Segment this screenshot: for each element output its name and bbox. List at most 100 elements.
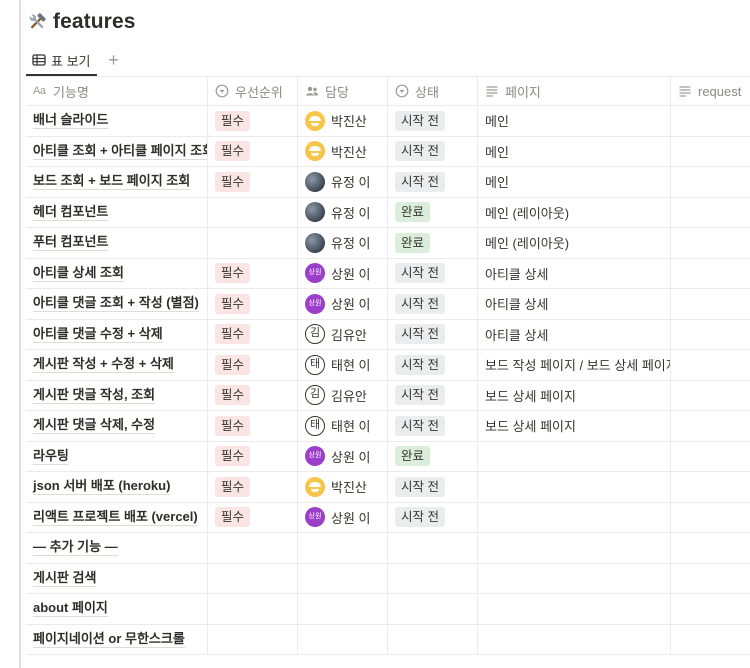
cell-owner[interactable]: 김 김유안 [298, 319, 388, 349]
cell-priority[interactable] [208, 563, 298, 593]
cell-priority[interactable] [208, 594, 298, 624]
cell-priority[interactable]: 필수 [208, 258, 298, 288]
feature-name[interactable]: 게시판 댓글 작성, 조회 [33, 387, 156, 404]
cell-name[interactable]: 아티클 댓글 수정 + 삭제 [26, 319, 208, 349]
feature-name[interactable]: about 페이지 [33, 600, 108, 618]
table-row[interactable]: 푸터 컴포넌트 유정 이 완료 메인 (레이아웃) [26, 228, 750, 259]
cell-request[interactable] [671, 320, 750, 350]
feature-name[interactable]: 리액트 프로젝트 배포 (vercel) [33, 509, 198, 526]
table-row[interactable]: 라우팅 필수 상원 상원 이 완료 [26, 441, 750, 472]
cell-request[interactable] [671, 106, 750, 136]
cell-priority[interactable]: 필수 [208, 502, 298, 532]
cell-page[interactable] [478, 533, 671, 563]
cell-priority[interactable] [208, 624, 298, 654]
cell-page[interactable] [478, 563, 671, 593]
cell-name[interactable]: 배너 슬라이드 [26, 106, 208, 136]
table-row[interactable]: 게시판 댓글 삭제, 수정 필수 태 태현 이 시작 전 보드 상세 페이지 [26, 411, 750, 442]
feature-name[interactable]: 아티클 댓글 조회 + 작성 (별점) [33, 295, 199, 313]
feature-name[interactable]: 아티클 조회 + 아티클 페이지 조회 [33, 143, 207, 160]
cell-status[interactable]: 시작 전 [388, 136, 478, 166]
feature-name[interactable]: 게시판 댓글 삭제, 수정 [33, 417, 156, 435]
cell-priority[interactable]: 필수 [208, 167, 298, 197]
cell-page[interactable]: 보드 상세 페이지 [478, 411, 671, 441]
cell-name[interactable]: json 서버 배포 (heroku) [26, 472, 208, 502]
feature-name[interactable]: 배너 슬라이드 [33, 112, 109, 130]
cell-status[interactable] [388, 533, 478, 563]
cell-request[interactable] [671, 289, 750, 319]
cell-name[interactable]: 보드 조회 + 보드 페이지 조회 [26, 167, 208, 197]
table-row[interactable]: 헤더 컴포넌트 유정 이 완료 메인 (레이아웃) [26, 197, 750, 228]
cell-name[interactable]: — 추가 기능 — [26, 533, 208, 563]
cell-owner[interactable]: 박진산 [298, 106, 388, 136]
cell-owner[interactable] [298, 533, 388, 563]
cell-page[interactable]: 메인 (레이아웃) [478, 228, 671, 258]
table-row[interactable]: — 추가 기능 — [26, 533, 750, 564]
table-row[interactable]: 배너 슬라이드 필수 박진산 시작 전 메인 [26, 106, 750, 137]
cell-page[interactable] [478, 624, 671, 654]
column-header-status[interactable]: 상태 [388, 77, 478, 105]
cell-status[interactable] [388, 563, 478, 593]
cell-page[interactable] [478, 441, 671, 471]
cell-owner[interactable]: 김 김유안 [298, 380, 388, 410]
cell-priority[interactable]: 필수 [208, 350, 298, 380]
cell-priority[interactable] [208, 228, 298, 258]
cell-request[interactable] [671, 503, 750, 533]
cell-name[interactable]: 리액트 프로젝트 배포 (vercel) [26, 502, 208, 532]
table-row[interactable]: 페이지네이션 or 무한스크롤 [26, 624, 750, 655]
cell-name[interactable]: 게시판 검색 [26, 563, 208, 593]
cell-request[interactable] [671, 228, 750, 258]
cell-status[interactable]: 시작 전 [388, 472, 478, 502]
column-header-page[interactable]: 페이지 [478, 77, 671, 105]
cell-status[interactable]: 시작 전 [388, 380, 478, 410]
cell-owner[interactable]: 유정 이 [298, 228, 388, 258]
cell-request[interactable] [671, 137, 750, 167]
cell-owner[interactable]: 상원 상원 이 [298, 258, 388, 288]
table-row[interactable]: json 서버 배포 (heroku) 필수 박진산 시작 전 [26, 472, 750, 503]
cell-owner[interactable]: 박진산 [298, 472, 388, 502]
cell-request[interactable] [671, 381, 750, 411]
feature-name[interactable]: 아티클 댓글 수정 + 삭제 [33, 326, 163, 343]
cell-request[interactable] [671, 198, 750, 228]
cell-owner[interactable] [298, 624, 388, 654]
column-header-request[interactable]: request [671, 77, 750, 105]
cell-priority[interactable]: 필수 [208, 411, 298, 441]
cell-name[interactable]: 페이지네이션 or 무한스크롤 [26, 624, 208, 654]
cell-name[interactable]: 라우팅 [26, 441, 208, 471]
table-row[interactable]: 아티클 댓글 조회 + 작성 (별점) 필수 상원 상원 이 시작 전 아티클 상세 [26, 289, 750, 320]
table-row[interactable]: 게시판 작성 + 수정 + 삭제 필수 태 태현 이 시작 전 보드 작성 페이지 / 보… [26, 350, 750, 381]
cell-status[interactable]: 완료 [388, 441, 478, 471]
cell-request[interactable] [671, 350, 750, 380]
cell-name[interactable]: 게시판 댓글 삭제, 수정 [26, 411, 208, 441]
feature-name[interactable]: json 서버 배포 (heroku) [33, 478, 171, 496]
feature-name[interactable]: 아티클 상세 조회 [33, 265, 124, 282]
cell-status[interactable]: 시작 전 [388, 502, 478, 532]
cell-owner[interactable]: 박진산 [298, 136, 388, 166]
cell-request[interactable] [671, 259, 750, 289]
cell-status[interactable]: 완료 [388, 197, 478, 227]
column-header-priority[interactable]: 우선순위 [208, 77, 298, 105]
cell-status[interactable]: 시작 전 [388, 289, 478, 319]
cell-priority[interactable]: 필수 [208, 472, 298, 502]
cell-name[interactable]: 푸터 컴포넌트 [26, 228, 208, 258]
cell-page[interactable]: 메인 [478, 167, 671, 197]
cell-name[interactable]: 게시판 댓글 작성, 조회 [26, 380, 208, 410]
cell-request[interactable] [671, 533, 750, 563]
column-header-owner[interactable]: 담당 [298, 77, 388, 105]
cell-name[interactable]: 아티클 조회 + 아티클 페이지 조회 [26, 136, 208, 166]
cell-priority[interactable]: 필수 [208, 106, 298, 136]
cell-priority[interactable] [208, 197, 298, 227]
cell-priority[interactable]: 필수 [208, 441, 298, 471]
cell-request[interactable] [671, 472, 750, 502]
cell-owner[interactable] [298, 594, 388, 624]
feature-name[interactable]: 푸터 컴포넌트 [33, 234, 109, 252]
cell-page[interactable]: 보드 작성 페이지 / 보드 상세 페이지 [478, 350, 671, 380]
feature-name[interactable]: 페이지네이션 or 무한스크롤 [33, 631, 185, 648]
feature-name[interactable]: 라우팅 [33, 448, 69, 465]
table-row[interactable]: about 페이지 [26, 594, 750, 625]
cell-status[interactable]: 시작 전 [388, 411, 478, 441]
cell-page[interactable]: 메인 (레이아웃) [478, 197, 671, 227]
cell-page[interactable]: 아티클 상세 [478, 319, 671, 349]
table-row[interactable]: 아티클 상세 조회 필수 상원 상원 이 시작 전 아티클 상세 [26, 258, 750, 289]
cell-priority[interactable] [208, 533, 298, 563]
table-row[interactable]: 아티클 조회 + 아티클 페이지 조회 필수 박진산 시작 전 메인 [26, 136, 750, 167]
